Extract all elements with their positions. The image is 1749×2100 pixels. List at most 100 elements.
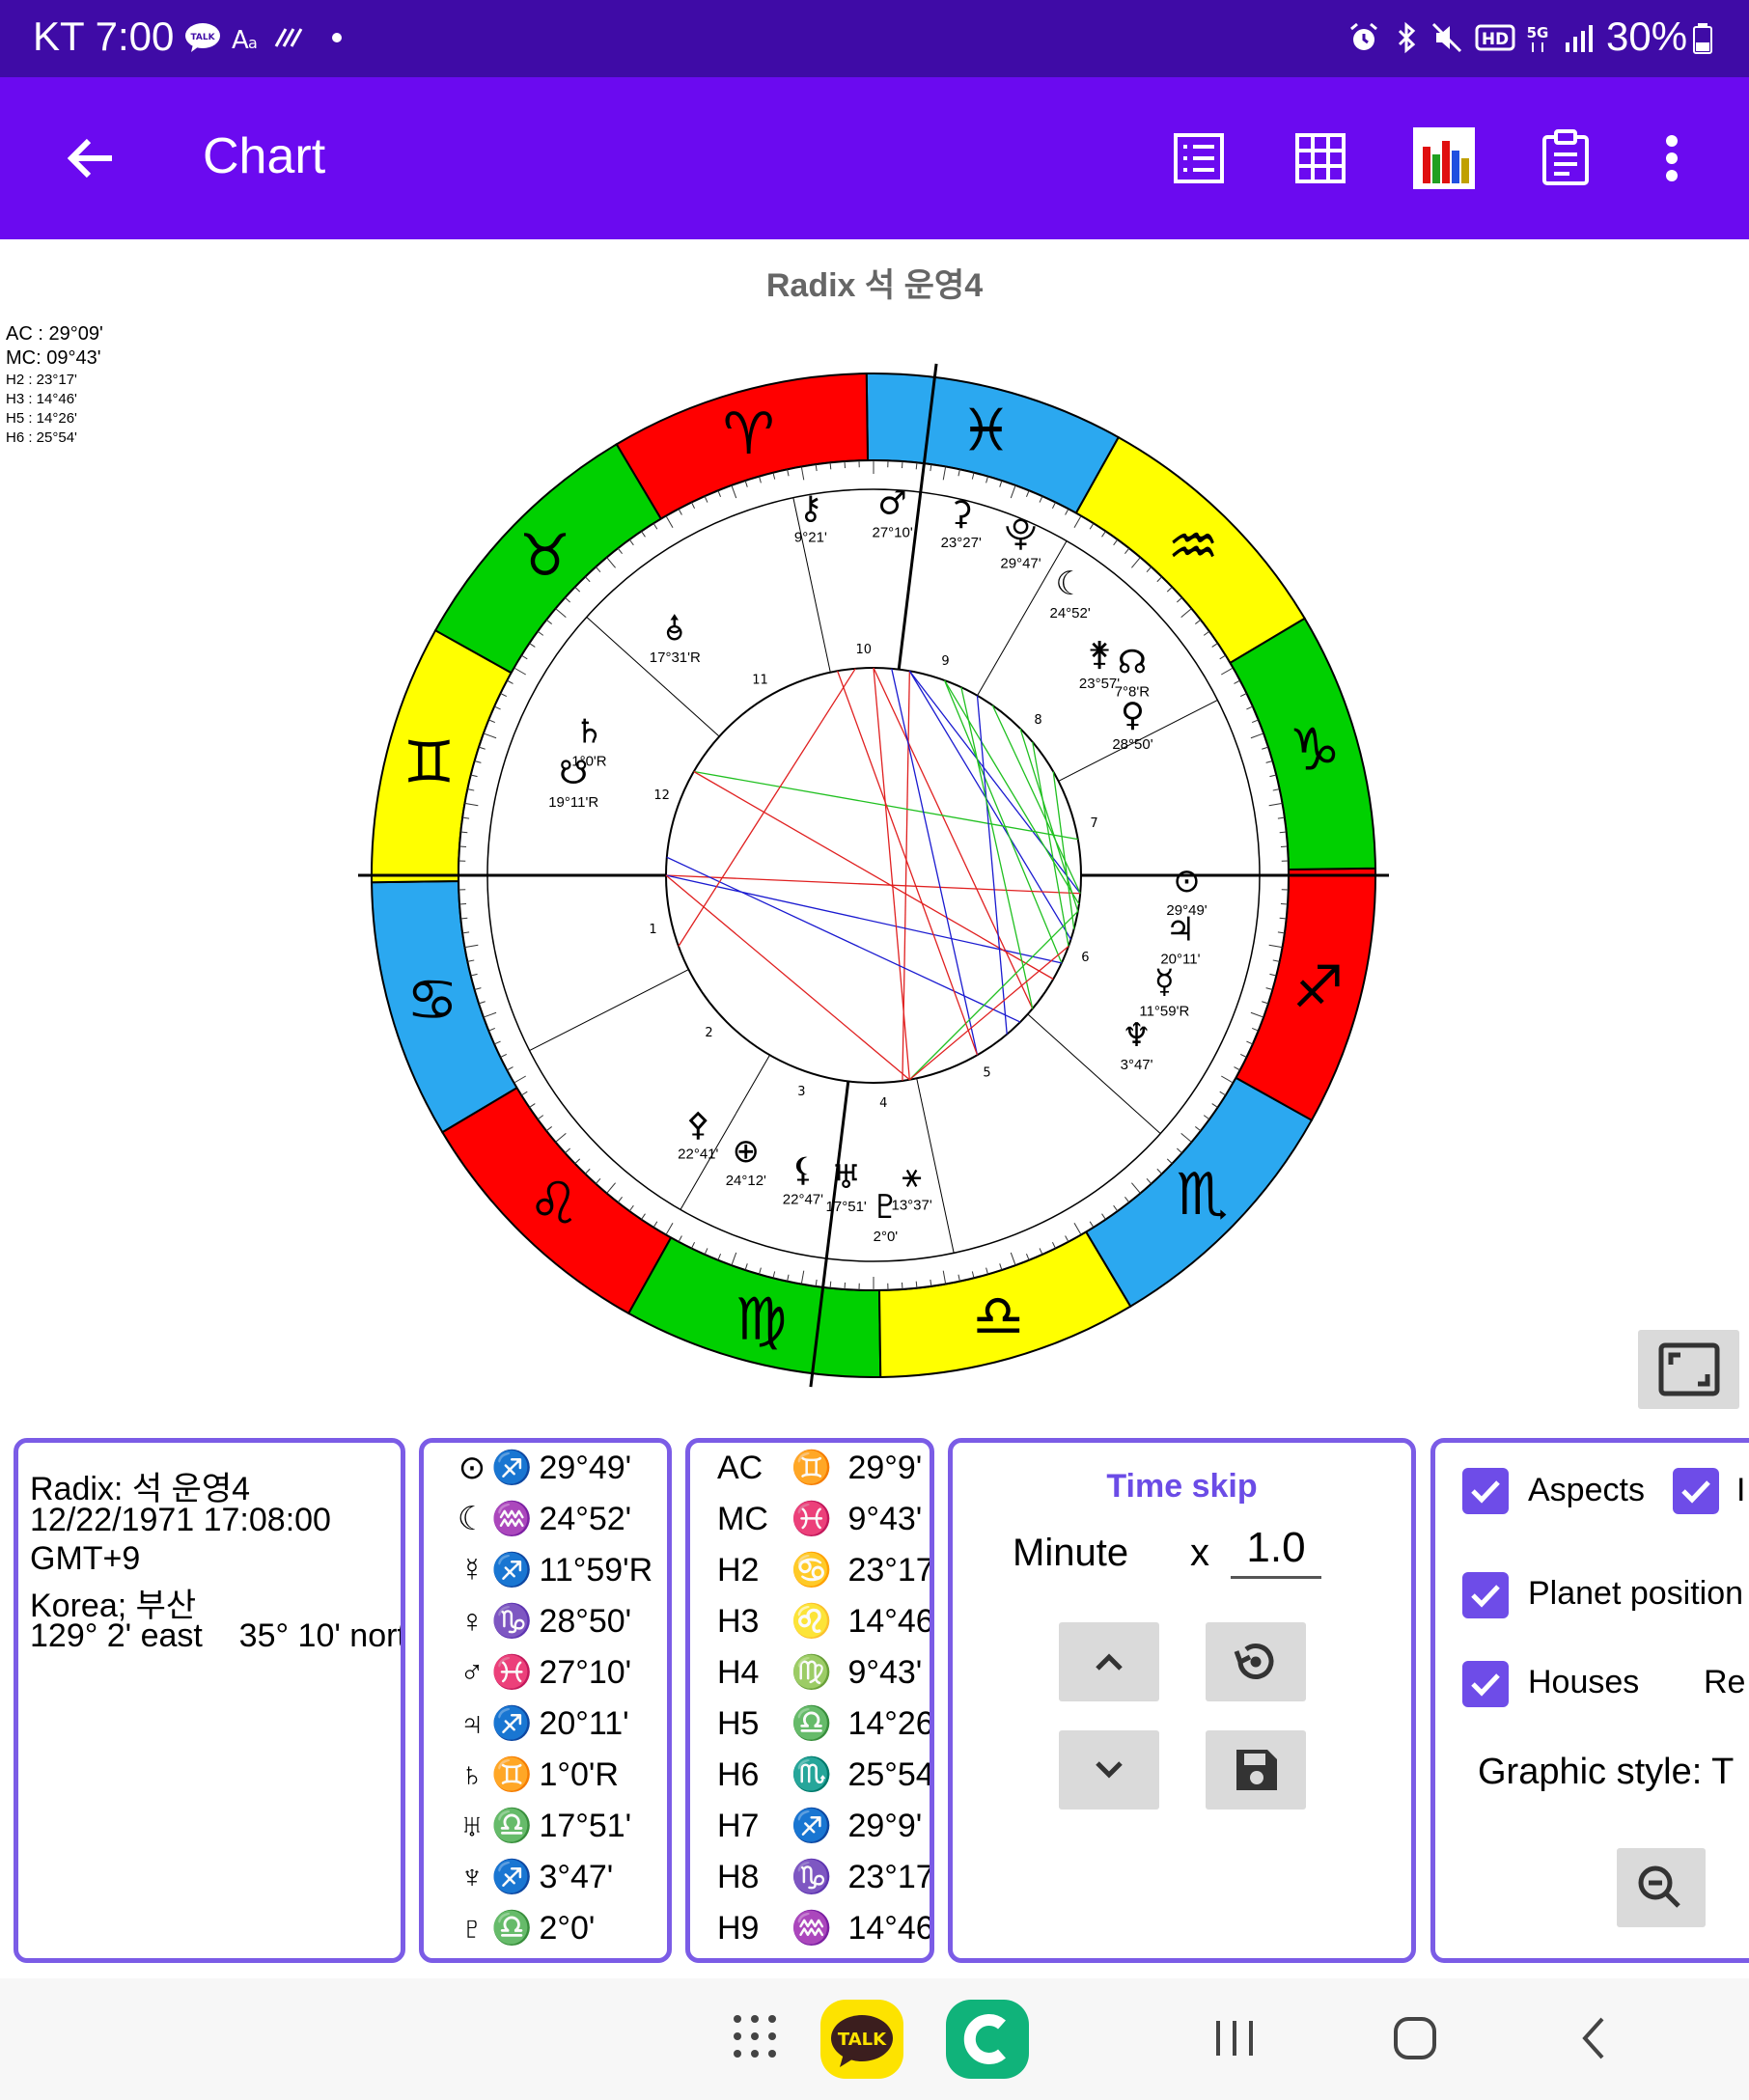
zodiac-sign-glyph: ♏ xyxy=(1177,1161,1229,1229)
radix-info-panel: Radix: 석 운영4 12/22/1971 17:08:00 GMT+9 K… xyxy=(14,1438,405,1963)
house-row: H7 ♐ 29°9' xyxy=(717,1807,922,1845)
time-unit-select[interactable]: Minute xyxy=(1013,1532,1128,1575)
back-button[interactable] xyxy=(60,127,122,189)
house-key: H6 xyxy=(717,1756,760,1793)
planet-degree: 1°0'R xyxy=(530,1756,619,1793)
more-vert-icon[interactable] xyxy=(1645,127,1699,189)
planet-degree: 2°0' xyxy=(530,1910,596,1947)
planet-degree-label: 19°11'R xyxy=(548,794,598,811)
zoom-out-button[interactable] xyxy=(1617,1848,1706,1927)
planet-glyph: ⚹ xyxy=(902,1157,921,1196)
multiplier-input[interactable]: 1.0 xyxy=(1231,1524,1321,1579)
planet-glyph: ♇ xyxy=(459,1910,485,1947)
house-key: H4 xyxy=(717,1654,760,1691)
svg-text:a: a xyxy=(248,34,258,52)
bluetooth-icon xyxy=(1390,21,1423,54)
planet-glyph: ♀ xyxy=(1121,696,1145,734)
pattern-icon xyxy=(272,21,305,54)
house-key: AC xyxy=(717,1450,763,1486)
bar-chart-icon[interactable] xyxy=(1411,125,1477,191)
info-line: GMT+9 xyxy=(30,1540,141,1577)
house-number: 12 xyxy=(653,788,670,803)
planet-glyph: ♆ xyxy=(1122,1016,1151,1055)
time-skip-panel: Time skip Minute x 1.0 xyxy=(948,1438,1416,1963)
signal-icon xyxy=(1562,21,1595,54)
house-key: H3 xyxy=(717,1603,760,1640)
info-line: 12/22/1971 17:08:00 xyxy=(30,1502,331,1538)
planet-degree-label: 3°47' xyxy=(1121,1057,1153,1073)
house-degree: 9°43' xyxy=(839,1501,923,1537)
grid-icon[interactable] xyxy=(1290,127,1351,189)
svg-text:HD: HD xyxy=(1482,30,1509,49)
sign-glyph: ♐ xyxy=(491,1859,533,1895)
fullscreen-button[interactable] xyxy=(1638,1330,1739,1409)
home-icon[interactable] xyxy=(1392,2015,1438,2065)
house-row: H4 ♍ 9°43' xyxy=(717,1653,922,1692)
planet-degree-label: 22°47' xyxy=(783,1192,823,1208)
house-cusps-panel: AC ♊ 29°9' MC ♓ 9°43' H2 ♋ 23°17' H3 ♌ 14°46' H4… xyxy=(685,1438,934,1963)
sign-glyph: ♒ xyxy=(491,1501,533,1537)
house-cusp: H5 : 14°26' xyxy=(6,410,77,427)
second-checkbox[interactable] xyxy=(1673,1468,1719,1514)
re-label[interactable]: Re xyxy=(1704,1664,1745,1701)
planet-glyph: ⚳ xyxy=(949,494,973,533)
time-skip-title: Time skip xyxy=(1106,1468,1258,1505)
planet-glyph: ⚷ xyxy=(798,489,822,528)
house-number: 4 xyxy=(879,1096,887,1111)
step-back-button[interactable] xyxy=(1059,1730,1159,1810)
planet-glyph: ♇ xyxy=(871,1188,900,1227)
aspects-checkbox[interactable] xyxy=(1462,1468,1509,1514)
house-degree: 23°17' xyxy=(839,1552,934,1589)
nav-back-icon[interactable] xyxy=(1575,2015,1614,2065)
astrology-wheel[interactable]: ♋♌♍ ♎♏♐♑♒♓♈♉♊123456789101112⚷9°21'♂27°10'… xyxy=(357,359,1390,1392)
planet-row: ♅ ♎ 17°51' xyxy=(453,1807,631,1845)
house-degree: 14°46' xyxy=(839,1603,934,1640)
kakaotalk-app-icon[interactable]: TALK xyxy=(820,2000,903,2083)
green-c-app-icon[interactable] xyxy=(946,2000,1029,2083)
sign-glyph: ♑ xyxy=(491,1603,533,1640)
house-number: 6 xyxy=(1081,951,1089,965)
alarm-icon xyxy=(1347,21,1380,54)
save-button[interactable] xyxy=(1206,1730,1306,1810)
step-forward-button[interactable] xyxy=(1059,1622,1159,1701)
planet-positions-panel: ⊙ ♐ 29°49' ☾ ♒ 24°52' ☿ ♐ 11°59'R ♀ ♑ 28°50' ♂ ♓ … xyxy=(419,1438,672,1963)
house-number: 10 xyxy=(855,643,872,657)
battery-percent: 30% xyxy=(1606,14,1688,59)
house-key: H5 xyxy=(717,1705,760,1742)
planet-row: ♃ ♐ 20°11' xyxy=(453,1704,628,1743)
planet-degree-label: 29°47' xyxy=(1000,555,1041,571)
planet-glyph: ⊕ xyxy=(733,1132,761,1171)
zodiac-sign-glyph: ♉ xyxy=(519,522,571,590)
planet-glyph: ♂ xyxy=(459,1654,485,1691)
house-row: H8 ♑ 23°17' xyxy=(717,1858,930,1896)
sign-glyph: ♎ xyxy=(491,1808,533,1844)
zodiac-sign-glyph: ♑ xyxy=(1289,717,1341,785)
clipboard-icon[interactable] xyxy=(1535,127,1596,189)
zodiac-sign-glyph: ♈ xyxy=(723,401,775,468)
planet-glyph: ⯓ xyxy=(1005,514,1037,553)
planet-glyph: ⊙ xyxy=(458,1450,486,1486)
house-key: H7 xyxy=(717,1808,760,1844)
recent-apps-icon[interactable] xyxy=(1212,2017,1257,2063)
sign-glyph: ♓ xyxy=(791,1501,833,1537)
chart-angles-info: AC : 29°09' MC: 09°43' H2 : 23°17' H3 : … xyxy=(6,322,103,448)
app-drawer-icon[interactable] xyxy=(730,2011,780,2065)
sign-glyph: ♐ xyxy=(491,1705,533,1742)
house-degree: 14°46' xyxy=(839,1910,934,1947)
svg-text:TALK: TALK xyxy=(838,2030,887,2050)
planet-degree: 11°59'R xyxy=(530,1552,653,1589)
planet-glyph: ♅ xyxy=(459,1808,485,1844)
planet-row: ♆ ♐ 3°47' xyxy=(453,1858,613,1896)
reset-time-button[interactable] xyxy=(1206,1622,1306,1701)
planet-position-checkbox[interactable] xyxy=(1462,1572,1509,1618)
planet-degree: 28°50' xyxy=(530,1603,632,1640)
planet-glyph: ♂ xyxy=(877,484,906,523)
truncated-label: I xyxy=(1736,1472,1746,1508)
planet-degree-label: 17°31'R xyxy=(650,649,701,666)
planet-degree: 24°52' xyxy=(530,1501,632,1537)
planet-degree-label: 17°51' xyxy=(826,1199,867,1215)
list-icon[interactable] xyxy=(1168,127,1230,189)
graphic-style-label[interactable]: Graphic style: T xyxy=(1478,1752,1734,1793)
zodiac-sign-glyph: ♋ xyxy=(406,966,458,1034)
houses-checkbox[interactable] xyxy=(1462,1661,1509,1707)
